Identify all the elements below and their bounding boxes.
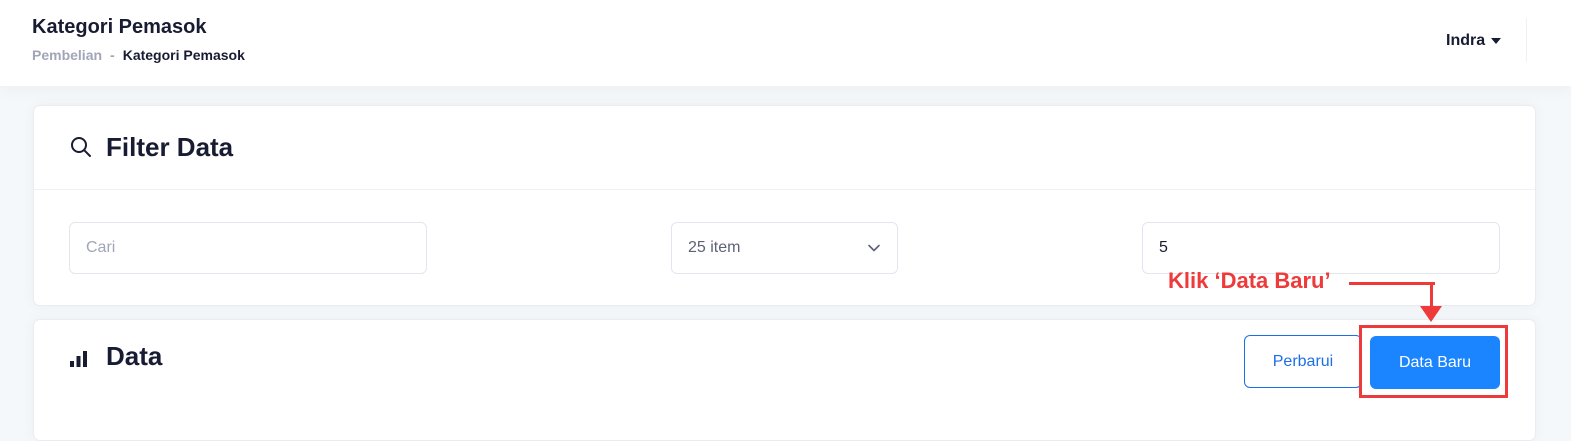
search-input[interactable]: Cari (69, 222, 427, 274)
refresh-button[interactable]: Perbarui (1244, 335, 1362, 388)
search-placeholder: Cari (86, 239, 116, 256)
chevron-down-icon (868, 244, 880, 252)
per-page-value: 25 item (688, 239, 741, 256)
caret-down-icon (1491, 38, 1502, 44)
data-title: Data (106, 341, 163, 371)
annotation-arrow-head-icon (1420, 306, 1442, 322)
filter-card-header: Filter Data (34, 106, 1535, 190)
annotation-arrow-line (1349, 282, 1435, 285)
bar-chart-icon (70, 351, 87, 367)
breadcrumb-parent[interactable]: Pembelian (32, 47, 102, 63)
breadcrumb-separator: - (110, 47, 115, 63)
per-page-select[interactable]: 25 item (671, 222, 898, 274)
header-divider (1526, 18, 1527, 62)
filter-title: Filter Data (106, 132, 234, 162)
page-title: Kategori Pemasok (32, 16, 207, 38)
page-number-value: 5 (1159, 239, 1168, 256)
breadcrumb: Pembelian - Kategori Pemasok (32, 47, 245, 63)
user-menu[interactable]: Indra (1446, 32, 1502, 50)
page-number-input[interactable]: 5 (1142, 222, 1500, 274)
annotation-highlight-box (1359, 325, 1508, 398)
top-header: Kategori Pemasok Pembelian - Kategori Pe… (0, 0, 1571, 86)
search-icon (71, 137, 91, 157)
annotation-label: Klik ‘Data Baru’ (1168, 268, 1331, 293)
user-name: Indra (1446, 32, 1486, 49)
breadcrumb-current: Kategori Pemasok (122, 47, 245, 63)
data-card: Data Perbarui Data Baru (33, 319, 1536, 441)
